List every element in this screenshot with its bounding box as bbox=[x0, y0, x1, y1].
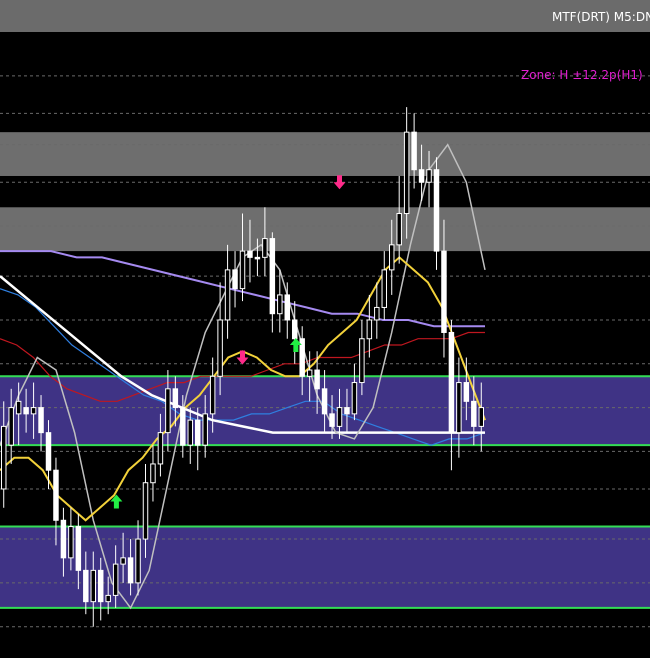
candle-body bbox=[8, 407, 14, 446]
candle-body bbox=[269, 238, 276, 315]
candle bbox=[269, 232, 276, 333]
price-chart[interactable]: MTF(DRT) M5:DN Zone: H ±12.2p(H1) bbox=[0, 0, 650, 658]
candle-body bbox=[150, 463, 156, 484]
candle bbox=[224, 244, 231, 339]
candle-body bbox=[344, 407, 350, 415]
candle bbox=[277, 269, 283, 333]
candle-body bbox=[90, 569, 97, 603]
candle-body bbox=[247, 250, 253, 258]
candle-body bbox=[217, 319, 223, 377]
candle-body bbox=[388, 244, 395, 271]
candle-body bbox=[277, 294, 283, 315]
candle-body bbox=[448, 331, 455, 434]
candle-body bbox=[23, 407, 29, 415]
candle-body bbox=[411, 131, 417, 171]
arrow-down-icon bbox=[333, 175, 346, 190]
candle-body bbox=[38, 407, 44, 434]
candle-body bbox=[262, 238, 268, 258]
candle-body bbox=[30, 407, 37, 415]
candle bbox=[366, 294, 373, 358]
candle-body bbox=[306, 369, 313, 377]
zone-label: Zone: H ±12.2p(H1) bbox=[521, 68, 643, 82]
candle-body bbox=[426, 169, 432, 183]
candle-body bbox=[366, 319, 373, 340]
candle-body bbox=[127, 557, 134, 584]
candle-body bbox=[463, 382, 470, 402]
candle-body bbox=[60, 519, 67, 559]
candle-body bbox=[239, 250, 246, 290]
candle-body bbox=[83, 569, 89, 603]
candle-body bbox=[374, 306, 380, 321]
candle-body bbox=[135, 538, 141, 584]
candle-body bbox=[381, 269, 388, 308]
candle-body bbox=[291, 319, 298, 340]
candle-body bbox=[105, 594, 111, 603]
candle-body bbox=[15, 400, 22, 415]
candle-body bbox=[165, 388, 171, 434]
chart-title: MTF(DRT) M5:DN bbox=[552, 10, 650, 24]
candle-body bbox=[314, 369, 320, 390]
candle-body bbox=[359, 338, 365, 384]
candle-body bbox=[53, 469, 59, 521]
candle-body bbox=[202, 413, 208, 446]
candle-body bbox=[329, 413, 335, 427]
candle bbox=[374, 282, 380, 339]
candle-body bbox=[433, 169, 440, 252]
candle-body bbox=[441, 250, 447, 333]
candle-body bbox=[224, 269, 231, 321]
candle-body bbox=[396, 213, 402, 246]
gray-zone bbox=[0, 132, 650, 176]
candle-body bbox=[351, 382, 358, 415]
candle-body bbox=[172, 388, 179, 409]
candle-body bbox=[336, 407, 343, 427]
candle bbox=[448, 319, 455, 471]
candle-body bbox=[75, 526, 82, 571]
candle-body bbox=[194, 419, 201, 446]
candle-body bbox=[456, 382, 462, 434]
candle-body bbox=[232, 269, 238, 290]
candle-body bbox=[209, 375, 216, 415]
candle-body bbox=[68, 526, 74, 559]
candle-body bbox=[321, 388, 328, 415]
candle-body bbox=[254, 256, 261, 260]
candle-body bbox=[97, 569, 104, 603]
candle-body bbox=[187, 419, 194, 446]
candle-body bbox=[157, 432, 164, 465]
candle-body bbox=[180, 407, 186, 446]
candle-body bbox=[403, 131, 410, 215]
candle bbox=[433, 157, 440, 270]
chart-root: MTF(DRT) M5:DN Zone: H ±12.2p(H1) bbox=[0, 0, 650, 658]
candle-body bbox=[45, 432, 52, 471]
candle bbox=[411, 113, 417, 189]
candle bbox=[232, 251, 238, 308]
candle-body bbox=[0, 425, 7, 490]
candle bbox=[381, 251, 388, 320]
candle-body bbox=[112, 563, 119, 596]
candle bbox=[291, 301, 298, 364]
candle-body bbox=[478, 407, 485, 427]
candle bbox=[351, 363, 358, 421]
candle-body bbox=[418, 169, 425, 183]
candle-body bbox=[142, 482, 149, 540]
candle bbox=[150, 445, 156, 502]
header-bar: MTF(DRT) M5:DN bbox=[0, 0, 650, 32]
candle-body bbox=[471, 400, 477, 427]
candle-body bbox=[120, 557, 126, 565]
candle-body bbox=[284, 294, 291, 321]
gray-zone bbox=[0, 207, 650, 252]
